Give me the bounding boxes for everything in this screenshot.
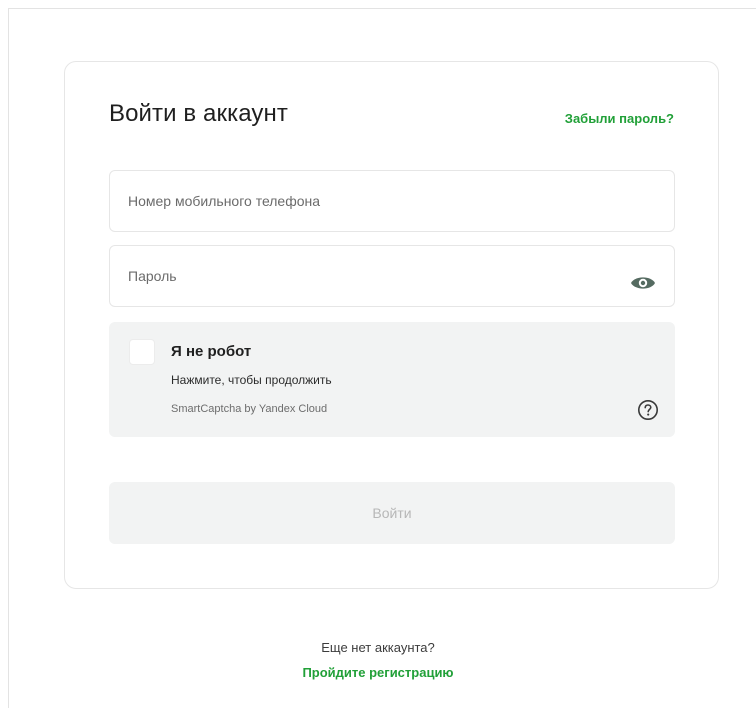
captcha-widget: Я не робот Нажмите, чтобы продолжить Sma… [109, 322, 675, 437]
captcha-brand: SmartCaptcha by Yandex Cloud [171, 403, 328, 415]
password-input[interactable] [110, 246, 674, 306]
no-account-text: Еще нет аккаунта? [321, 640, 435, 655]
login-button[interactable]: Войти [109, 482, 675, 544]
captcha-title: Я не робот [171, 343, 252, 360]
page-title: Войти в аккаунт [109, 100, 288, 127]
eye-icon[interactable] [630, 274, 656, 292]
phone-input[interactable] [110, 171, 674, 231]
question-circle-icon[interactable] [637, 399, 659, 421]
forgot-password-link[interactable]: Забыли пароль? [565, 111, 674, 126]
phone-field [109, 170, 675, 232]
captcha-subtitle: Нажмите, чтобы продолжить [171, 373, 332, 387]
register-link[interactable]: Пройдите регистрацию [0, 665, 756, 680]
password-field [109, 245, 675, 307]
captcha-checkbox[interactable] [129, 339, 155, 365]
login-card: Войти в аккаунт Забыли пароль? Я не робо… [64, 61, 719, 589]
